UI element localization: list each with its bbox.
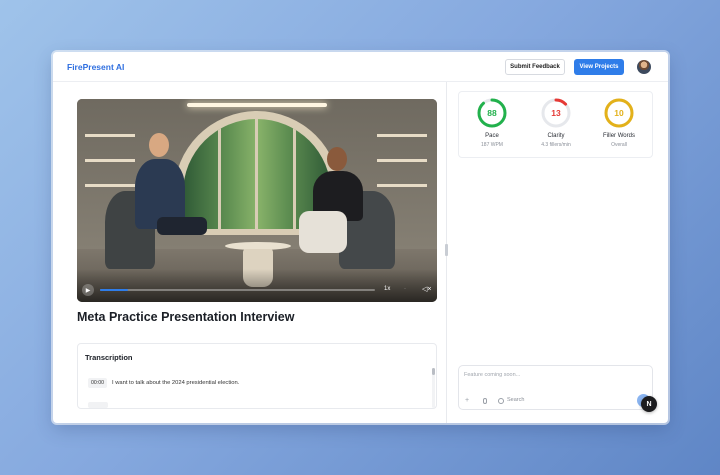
- submit-feedback-button[interactable]: Submit Feedback: [505, 59, 565, 75]
- video-player[interactable]: ▶ 1x · ◁×: [77, 99, 437, 302]
- metric-sub: Overall: [611, 142, 627, 148]
- metric-filler-words: 10 Filler Words Overall: [589, 97, 649, 148]
- play-icon[interactable]: ▶: [82, 284, 94, 296]
- transcript-text: I want to talk about the 2024 presidenti…: [111, 380, 240, 386]
- page-title: Meta Practice Presentation Interview: [77, 310, 295, 324]
- filler-words-score: 10: [614, 108, 624, 118]
- metric-label: Filler Words: [603, 133, 635, 139]
- metric-label: Pace: [485, 133, 499, 139]
- transcription-panel: Transcription 00:00 I want to talk about…: [77, 343, 437, 409]
- top-bar: FirePresent AI Submit Feedback View Proj…: [53, 52, 668, 82]
- transcription-title: Transcription: [85, 353, 133, 362]
- avatar[interactable]: [637, 60, 651, 74]
- metric-sub: 4.3 fillers/min: [541, 142, 571, 148]
- more-options-icon[interactable]: ·: [404, 286, 406, 292]
- playback-speed-button[interactable]: 1x: [384, 286, 390, 292]
- metric-label: Clarity: [547, 133, 565, 139]
- metrics-card: 88 Pace 187 WPM 13 Clarity 4.3 fillers/m…: [458, 91, 653, 158]
- brand-logo[interactable]: FirePresent AI: [67, 62, 124, 72]
- metric-pace: 88 Pace 187 WPM: [462, 97, 522, 148]
- n-badge-icon[interactable]: N: [641, 396, 657, 412]
- app-window: FirePresent AI Submit Feedback View Proj…: [53, 52, 668, 423]
- volume-mute-icon[interactable]: ◁×: [422, 285, 431, 293]
- transcript-timestamp[interactable]: 00:00: [88, 378, 107, 388]
- plus-icon[interactable]: +: [465, 397, 469, 404]
- filler-words-score-ring: 10: [604, 98, 634, 128]
- pace-score: 88: [487, 108, 497, 118]
- clarity-score-ring: 13: [541, 98, 571, 128]
- video-progress-bar[interactable]: [100, 289, 375, 291]
- transcript-row-partial: [88, 402, 108, 408]
- chat-box: Feature coming soon... + Search ↑: [458, 365, 653, 410]
- transcript-scroll-thumb[interactable]: [432, 368, 435, 375]
- clarity-score: 13: [551, 108, 561, 118]
- pace-score-ring: 88: [477, 98, 507, 128]
- video-progress-fill: [100, 289, 128, 291]
- metric-clarity: 13 Clarity 4.3 fillers/min: [526, 97, 586, 148]
- panel-resize-handle[interactable]: [445, 244, 448, 256]
- microphone-icon[interactable]: [483, 398, 487, 404]
- transcript-row[interactable]: 00:00 I want to talk about the 2024 pres…: [88, 378, 239, 388]
- globe-icon[interactable]: [498, 398, 504, 404]
- view-projects-button[interactable]: View Projects: [574, 59, 624, 75]
- metric-sub: 187 WPM: [481, 142, 503, 148]
- chat-input[interactable]: Feature coming soon...: [464, 372, 520, 378]
- search-button[interactable]: Search: [507, 397, 524, 403]
